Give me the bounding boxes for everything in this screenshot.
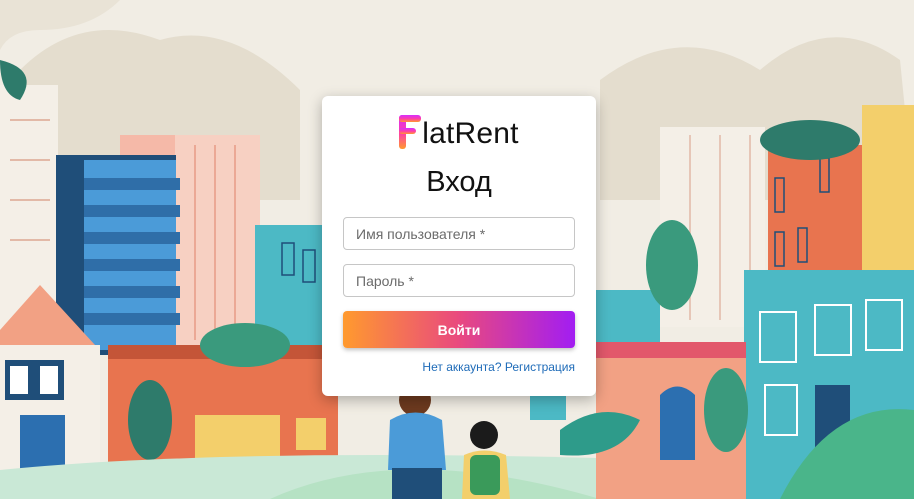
brand-name: latRent xyxy=(422,117,519,150)
logo-letter-f-icon xyxy=(399,115,422,149)
username-input[interactable] xyxy=(343,217,575,250)
password-input[interactable] xyxy=(343,264,575,297)
login-card: latRent Вход Войти Нет аккаунта? Регистр… xyxy=(322,96,596,396)
login-button[interactable]: Войти xyxy=(343,311,575,348)
register-link[interactable]: Нет аккаунта? Регистрация xyxy=(422,360,575,374)
brand-logo: latRent xyxy=(322,112,596,152)
page-title: Вход xyxy=(426,166,492,198)
